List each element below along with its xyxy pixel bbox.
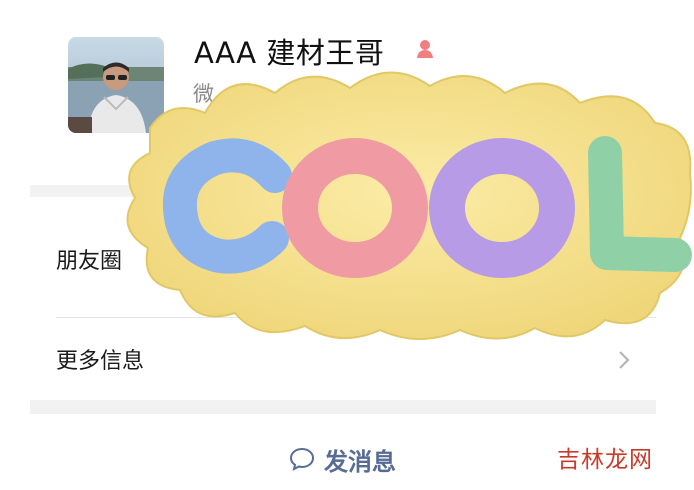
send-message-label: 发消息 [324, 447, 396, 476]
cool-sticker [126, 71, 692, 340]
send-message-button[interactable]: 发消息 [288, 442, 396, 476]
chat-bubble-icon [289, 447, 315, 471]
chevron-right-icon [619, 351, 630, 369]
section-separator [30, 400, 656, 414]
female-icon [417, 40, 433, 58]
watermark: 吉林龙网 [557, 447, 653, 473]
